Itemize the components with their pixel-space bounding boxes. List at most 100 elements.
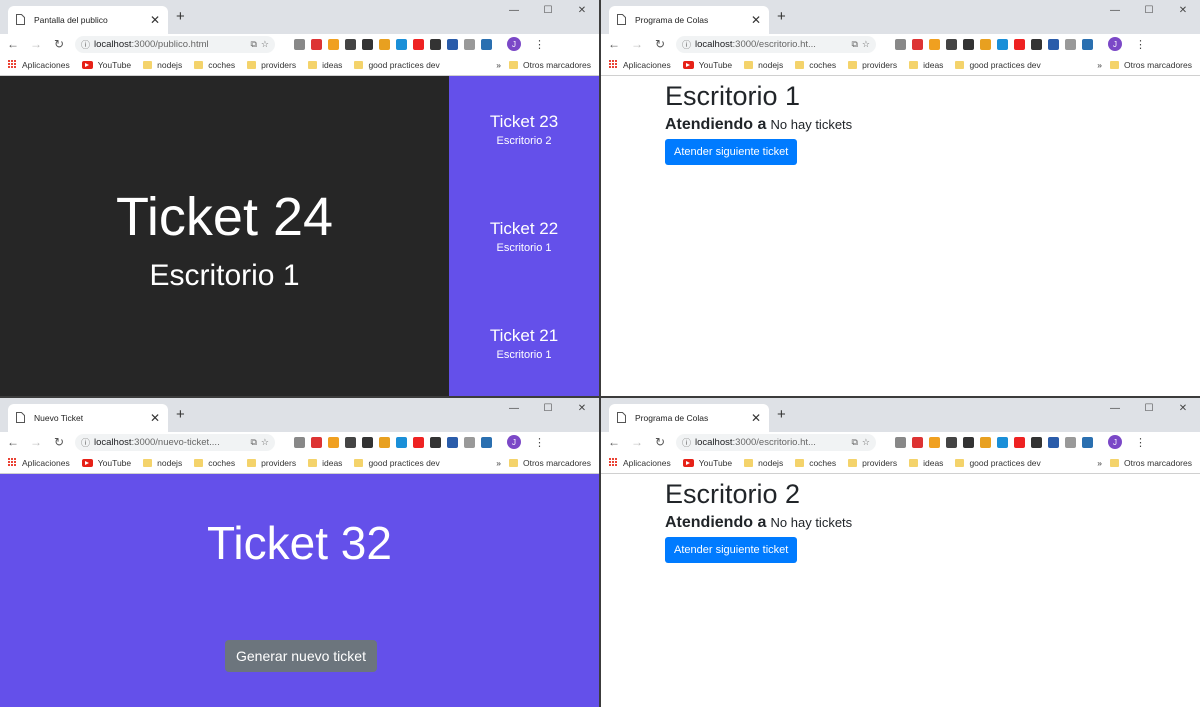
bookmark-folder[interactable]: good practices dev — [354, 60, 440, 70]
bookmark-folder[interactable]: coches — [795, 60, 836, 70]
bookmark-folder[interactable]: nodejs — [143, 60, 182, 70]
bookmark-folder[interactable]: ideas — [909, 458, 943, 468]
star-icon[interactable]: ☆ — [862, 39, 870, 50]
search-ext-icon[interactable] — [1048, 436, 1059, 448]
sun-ext-icon[interactable] — [929, 436, 940, 448]
browser-tab[interactable]: Nuevo Ticket ✕ — [8, 404, 168, 432]
new-tab-icon[interactable]: + — [176, 406, 185, 423]
attend-next-button[interactable]: Atender siguiente ticket — [665, 537, 798, 564]
forward-icon[interactable]: → — [630, 435, 644, 449]
cookie-ext-icon[interactable] — [980, 436, 991, 448]
new-tab-icon[interactable]: + — [176, 8, 185, 25]
bookmark-youtube[interactable]: YouTube — [682, 458, 732, 468]
bookmark-folder[interactable]: coches — [194, 60, 235, 70]
cloud-ext-icon[interactable] — [1065, 436, 1076, 448]
generate-ticket-button[interactable]: Generar nuevo ticket — [225, 640, 377, 672]
reload-icon[interactable]: ↻ — [653, 37, 667, 51]
bookmark-folder[interactable]: ideas — [308, 458, 342, 468]
mail-ext-icon[interactable] — [311, 436, 322, 448]
translate-icon[interactable]: ⧉ — [250, 39, 256, 50]
browser-tab[interactable]: Programa de Colas ✕ — [609, 6, 769, 34]
star-icon[interactable]: ☆ — [261, 39, 269, 50]
bookmark-apps[interactable]: Aplicaciones — [609, 458, 671, 468]
cookie-ext-icon[interactable] — [980, 38, 991, 50]
bookmark-youtube[interactable]: YouTube — [81, 458, 131, 468]
search-ext-icon[interactable] — [1048, 38, 1059, 50]
x-ext-icon[interactable] — [430, 436, 441, 448]
maximize-icon[interactable]: ☐ — [1132, 0, 1166, 20]
bookmark-folder[interactable]: nodejs — [143, 458, 182, 468]
translate-icon[interactable]: ⧉ — [250, 437, 256, 448]
close-window-icon[interactable]: ✕ — [565, 0, 599, 20]
back-icon[interactable]: ← — [607, 435, 621, 449]
bookmark-folder[interactable]: ideas — [909, 60, 943, 70]
more-bookmarks-button[interactable]: » — [496, 60, 501, 70]
opera-ext-icon[interactable] — [1014, 38, 1025, 50]
bookmark-folder[interactable]: good practices dev — [955, 458, 1041, 468]
js-ext-icon[interactable] — [362, 38, 373, 50]
close-window-icon[interactable]: ✕ — [1166, 398, 1200, 418]
bookmark-folder[interactable]: providers — [247, 60, 296, 70]
info-icon[interactable]: ⓘ — [81, 38, 90, 51]
avatar[interactable]: J — [507, 37, 521, 51]
forward-icon[interactable]: → — [29, 435, 43, 449]
star-icon[interactable]: ☆ — [261, 437, 269, 448]
info-icon[interactable]: ⓘ — [682, 436, 691, 449]
translate-icon[interactable]: ⧉ — [851, 437, 857, 448]
menu-icon[interactable]: ⋮ — [1135, 436, 1146, 449]
cookie-ext-icon[interactable] — [379, 436, 390, 448]
other-bookmarks[interactable]: Otros marcadores — [1109, 458, 1192, 468]
puzzle-ext-icon[interactable] — [1082, 436, 1093, 448]
js-ext-icon[interactable] — [963, 38, 974, 50]
x-ext-icon[interactable] — [1031, 38, 1042, 50]
download-ext-icon[interactable] — [396, 436, 407, 448]
download-ext-icon[interactable] — [997, 38, 1008, 50]
search-ext-icon[interactable] — [447, 436, 458, 448]
back-icon[interactable]: ← — [607, 37, 621, 51]
maximize-icon[interactable]: ☐ — [531, 398, 565, 418]
sun-ext-icon[interactable] — [328, 38, 339, 50]
mail-ext-icon[interactable] — [912, 436, 923, 448]
bookmark-folder[interactable]: coches — [795, 458, 836, 468]
abc-ext-icon[interactable] — [345, 436, 356, 448]
new-tab-icon[interactable]: + — [777, 406, 786, 423]
attend-next-button[interactable]: Atender siguiente ticket — [665, 139, 798, 166]
bookmark-apps[interactable]: Aplicaciones — [609, 60, 671, 70]
reload-icon[interactable]: ↻ — [653, 435, 667, 449]
sun-ext-icon[interactable] — [328, 436, 339, 448]
minimize-icon[interactable]: — — [497, 398, 531, 418]
info-icon[interactable]: ⓘ — [682, 38, 691, 51]
star-icon[interactable]: ☆ — [862, 437, 870, 448]
browser-tab[interactable]: Programa de Colas ✕ — [609, 404, 769, 432]
globe-ext-icon[interactable] — [294, 38, 305, 50]
close-tab-icon[interactable]: ✕ — [150, 13, 160, 27]
x-ext-icon[interactable] — [1031, 436, 1042, 448]
puzzle-ext-icon[interactable] — [481, 436, 492, 448]
close-window-icon[interactable]: ✕ — [1166, 0, 1200, 20]
info-icon[interactable]: ⓘ — [81, 436, 90, 449]
bookmark-folder[interactable]: good practices dev — [354, 458, 440, 468]
avatar[interactable]: J — [1108, 435, 1122, 449]
bookmark-apps[interactable]: Aplicaciones — [8, 60, 70, 70]
back-icon[interactable]: ← — [6, 37, 20, 51]
forward-icon[interactable]: → — [630, 37, 644, 51]
menu-icon[interactable]: ⋮ — [534, 38, 545, 51]
bookmark-apps[interactable]: Aplicaciones — [8, 458, 70, 468]
search-ext-icon[interactable] — [447, 38, 458, 50]
puzzle-ext-icon[interactable] — [481, 38, 492, 50]
translate-icon[interactable]: ⧉ — [851, 39, 857, 50]
avatar[interactable]: J — [507, 435, 521, 449]
address-bar[interactable]: ⓘ localhost:3000/nuevo-ticket.... ⧉ ☆ — [75, 433, 275, 451]
other-bookmarks[interactable]: Otros marcadores — [1109, 60, 1192, 70]
opera-ext-icon[interactable] — [1014, 436, 1025, 448]
avatar[interactable]: J — [1108, 37, 1122, 51]
minimize-icon[interactable]: — — [497, 0, 531, 20]
menu-icon[interactable]: ⋮ — [1135, 38, 1146, 51]
abc-ext-icon[interactable] — [946, 436, 957, 448]
mail-ext-icon[interactable] — [912, 38, 923, 50]
cookie-ext-icon[interactable] — [379, 38, 390, 50]
address-bar[interactable]: ⓘ localhost:3000/escritorio.ht... ⧉ ☆ — [676, 433, 876, 451]
reload-icon[interactable]: ↻ — [52, 37, 66, 51]
menu-icon[interactable]: ⋮ — [534, 436, 545, 449]
globe-ext-icon[interactable] — [294, 436, 305, 448]
